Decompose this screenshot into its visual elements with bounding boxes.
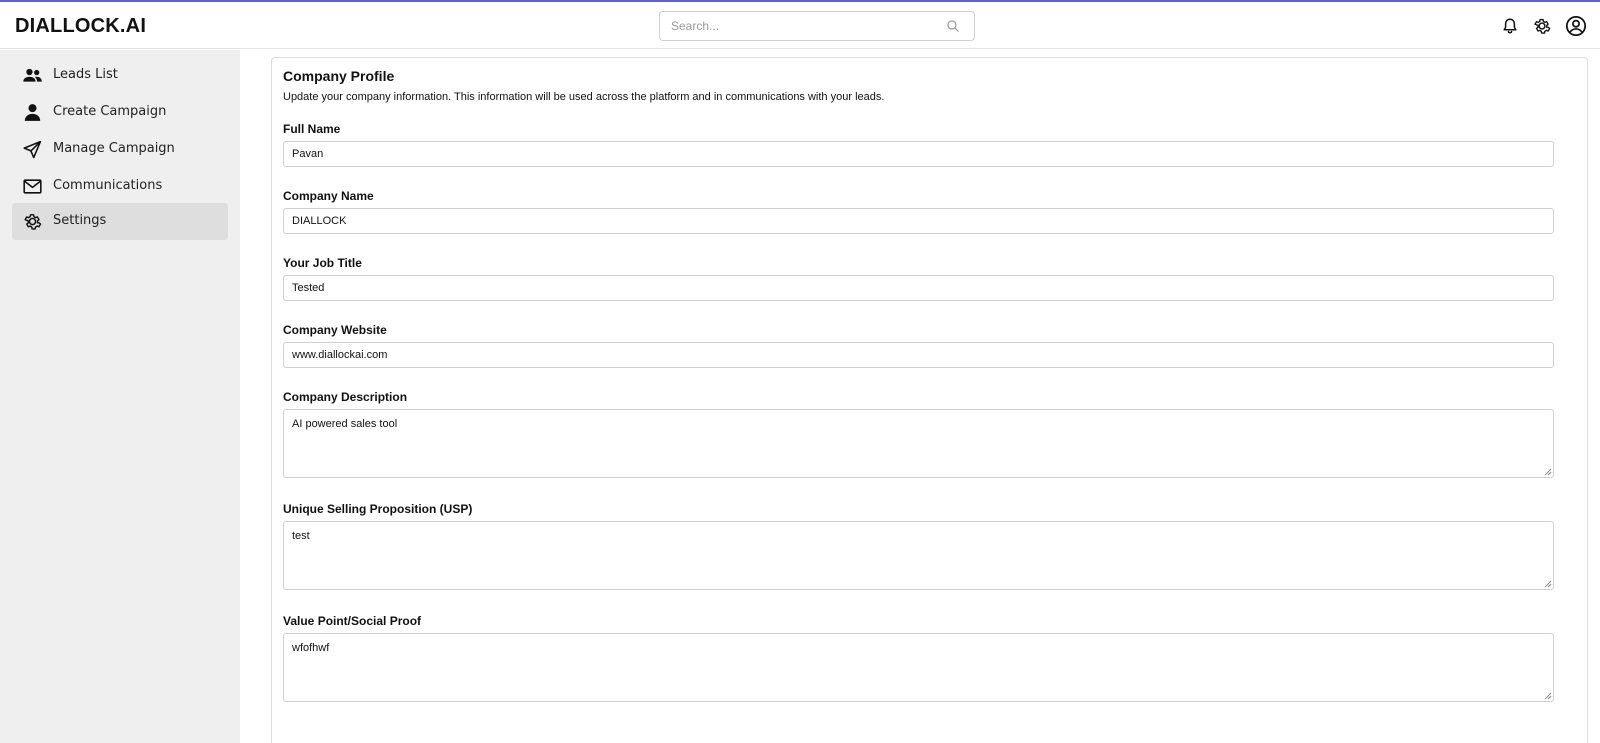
resize-handle-icon[interactable]	[1544, 580, 1552, 588]
sidebar-item-settings[interactable]: Settings	[12, 203, 228, 240]
sidebar-item-label: Communications	[53, 178, 163, 193]
card-title: Company Profile	[283, 68, 395, 84]
search-input[interactable]	[660, 12, 940, 40]
usp-label: Unique Selling Proposition (USP)	[283, 502, 473, 516]
social-proof-field[interactable]: wfofhwf	[283, 633, 1554, 702]
sidebar-item-leads-list[interactable]: Leads List	[12, 57, 228, 94]
sidebar-item-label: Settings	[53, 213, 107, 228]
top-header: DIALLOCK.AI	[0, 2, 1600, 49]
job-title-label: Your Job Title	[283, 256, 362, 270]
company-name-label: Company Name	[283, 189, 374, 203]
bell-icon[interactable]	[1500, 16, 1520, 36]
company-website-label: Company Website	[283, 323, 387, 337]
send-icon	[23, 140, 42, 159]
search-icon[interactable]	[946, 19, 960, 33]
job-title-field[interactable]	[283, 275, 1554, 301]
sidebar-item-label: Manage Campaign	[53, 141, 175, 156]
usp-field[interactable]: test	[283, 521, 1554, 590]
gear-icon[interactable]	[1532, 16, 1552, 36]
company-description-field[interactable]: AI powered sales tool	[283, 409, 1554, 478]
search-box[interactable]	[659, 11, 975, 41]
resize-handle-icon[interactable]	[1544, 468, 1552, 476]
company-website-field[interactable]	[283, 342, 1554, 368]
resize-handle-icon[interactable]	[1544, 692, 1552, 700]
sidebar-item-label: Leads List	[53, 67, 118, 82]
sidebar-item-label: Create Campaign	[53, 104, 167, 119]
gear-icon	[24, 214, 42, 230]
app-logo[interactable]: DIALLOCK.AI	[15, 15, 146, 38]
users-icon	[23, 68, 42, 82]
sidebar: Leads List Create Campaign Manage Campai…	[0, 50, 240, 743]
sidebar-item-communications[interactable]: Communications	[12, 168, 228, 205]
sidebar-item-manage-campaign[interactable]: Manage Campaign	[12, 131, 228, 168]
company-description-label: Company Description	[283, 390, 408, 404]
sidebar-item-create-campaign[interactable]: Create Campaign	[12, 94, 228, 131]
card-description: Update your company information. This in…	[283, 91, 885, 103]
mail-icon	[23, 179, 42, 194]
full-name-label: Full Name	[283, 122, 341, 136]
company-name-field[interactable]	[283, 208, 1554, 234]
company-profile-card: Company Profile Update your company info…	[271, 57, 1588, 743]
full-name-field[interactable]	[283, 141, 1554, 167]
user-circle-icon[interactable]	[1565, 15, 1587, 37]
social-proof-label: Value Point/Social Proof	[283, 614, 422, 628]
user-icon	[24, 104, 41, 121]
